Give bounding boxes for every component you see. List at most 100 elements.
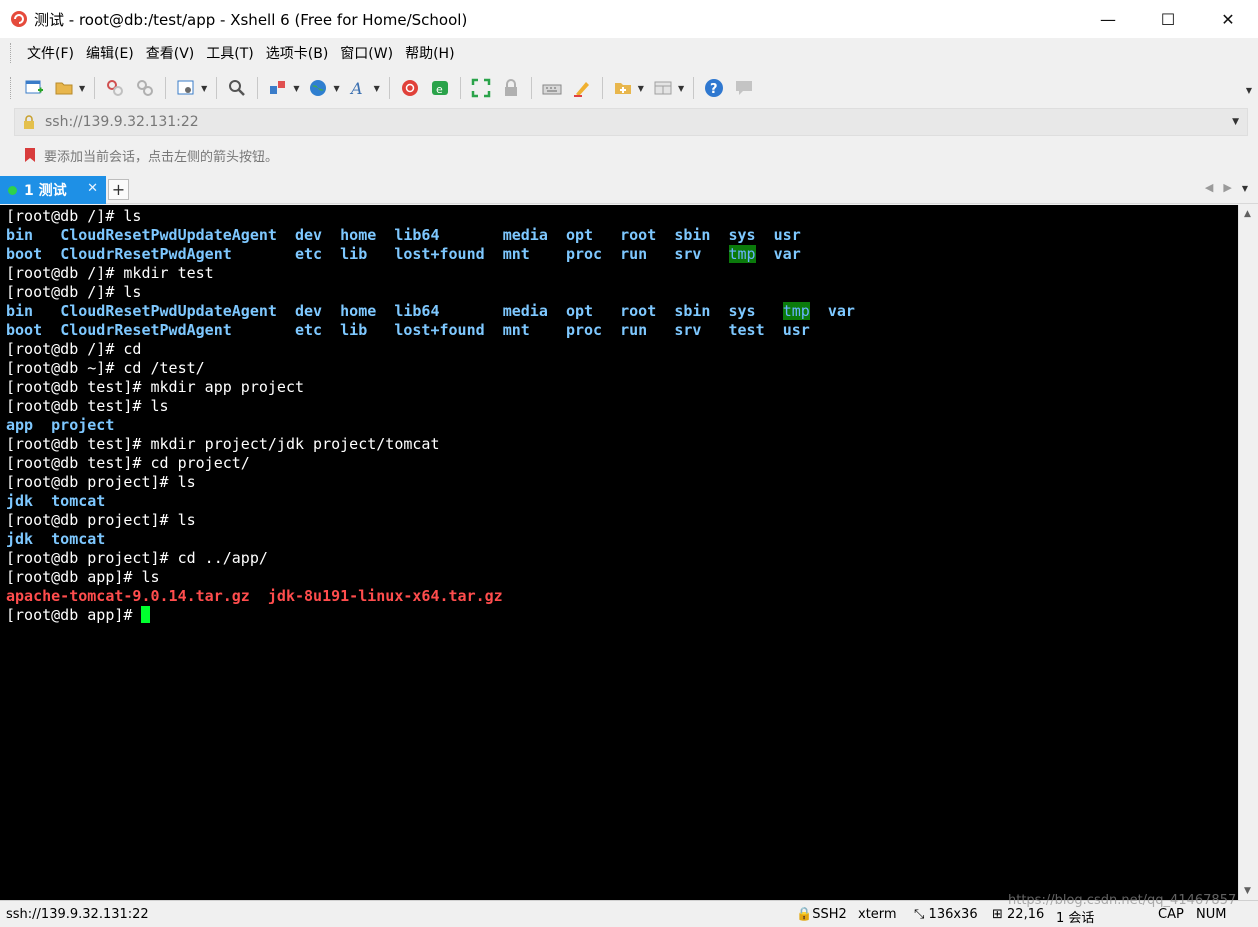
terminal-line: apache-tomcat-9.0.14.tar.gz jdk-8u191-li… (6, 587, 1238, 606)
terminal-line: [root@db test]# mkdir app project (6, 378, 1238, 397)
close-button[interactable]: ✕ (1198, 0, 1258, 38)
status-address: ssh://139.9.32.131:22 (6, 907, 149, 922)
terminal-cursor (141, 606, 151, 623)
xshell-icon[interactable] (398, 76, 422, 100)
fullscreen-icon[interactable] (469, 76, 493, 100)
directory-entry: var (773, 245, 801, 263)
scroll-down-icon[interactable]: ▼ (1244, 886, 1251, 896)
lock-icon[interactable] (499, 76, 523, 100)
terminal-text: [root@db app]# ls (6, 568, 160, 586)
address-dropdown-icon[interactable]: ▼ (1232, 117, 1239, 127)
directory-entry: lib64 (394, 226, 440, 244)
status-num: NUM (1196, 907, 1227, 922)
tab-navigation: ◀ ▶ ▼ (1205, 181, 1248, 194)
directory-entry: root (620, 302, 657, 320)
scroll-up-icon[interactable]: ▲ (1244, 209, 1251, 219)
terminal-text: [root@db /]# mkdir test (6, 264, 214, 282)
globe-icon[interactable] (306, 76, 330, 100)
maximize-button[interactable]: ☐ (1138, 0, 1198, 38)
address-input[interactable]: ssh://139.9.32.131:22 (45, 114, 199, 130)
terminal-text: [root@db /]# ls (6, 207, 142, 225)
directory-entry: tomcat (51, 530, 106, 548)
toolbar-overflow-icon[interactable]: ▼ (1246, 86, 1252, 95)
hint-text: 要添加当前会话，点击左侧的箭头按钮。 (44, 149, 279, 165)
directory-entry: var (827, 302, 855, 320)
terminal-text: [root@db ~]# cd /test/ (6, 359, 205, 377)
tab-session-1[interactable]: 1 测试 ✕ (0, 176, 106, 204)
status-cursor-position: ⊞ 22,16 (992, 907, 1045, 922)
terminal-line: [root@db test]# cd project/ (6, 454, 1238, 473)
disconnect-icon[interactable] (133, 76, 157, 100)
minimize-button[interactable]: — (1078, 0, 1138, 38)
status-protocol: 🔒SSH2 (796, 907, 847, 922)
directory-entry: jdk (6, 492, 34, 510)
properties-icon[interactable] (174, 76, 198, 100)
properties-dropdown-icon[interactable]: ▼ (201, 84, 207, 93)
keyboard-icon[interactable] (540, 76, 564, 100)
tab-list-dropdown-icon[interactable]: ▼ (1242, 184, 1248, 194)
globe-dropdown-icon[interactable]: ▼ (333, 84, 339, 93)
layout-dropdown-icon[interactable]: ▼ (678, 84, 684, 93)
menu-help[interactable]: 帮助(H) (399, 43, 460, 63)
directory-entry: lib (340, 245, 368, 263)
directory-entry: mnt (502, 245, 530, 263)
menu-tabs[interactable]: 选项卡(B) (260, 43, 335, 63)
add-tab-button[interactable]: + (108, 179, 129, 200)
watermark-text: https://blog.csdn.net/qq_41467857 (1008, 893, 1237, 908)
open-dropdown-icon[interactable]: ▼ (79, 84, 85, 93)
menu-window[interactable]: 窗口(W) (334, 43, 399, 63)
title-bar: 测试 - root@db:/test/app - Xshell 6 (Free … (0, 0, 1258, 38)
layout-icon[interactable] (651, 76, 675, 100)
menu-file[interactable]: 文件(F) (21, 43, 80, 63)
terminal-line: app project (6, 416, 1238, 435)
directory-entry: run (620, 321, 648, 339)
open-folder-icon[interactable] (52, 76, 76, 100)
address-lock-icon (24, 115, 34, 129)
transfer-icon[interactable] (266, 76, 290, 100)
chat-icon[interactable] (732, 76, 756, 100)
tab-close-icon[interactable]: ✕ (87, 181, 98, 196)
bookmark-arrow-icon[interactable] (22, 146, 40, 164)
transfer-dropdown-icon[interactable]: ▼ (293, 84, 299, 93)
menu-edit[interactable]: 编辑(E) (80, 43, 140, 63)
directory-entry: root (620, 226, 657, 244)
xftp-icon[interactable]: e (428, 76, 452, 100)
tab-group-dropdown-icon[interactable]: ▼ (638, 84, 644, 93)
menu-tools[interactable]: 工具(T) (200, 43, 259, 63)
terminal-line: [root@db ~]# cd /test/ (6, 359, 1238, 378)
directory-entry: CloudrResetPwdAgent (60, 321, 232, 339)
reconnect-icon[interactable] (103, 76, 127, 100)
help-icon[interactable]: ? (702, 76, 726, 100)
status-size: ⤡ 136x36 (914, 907, 978, 922)
font-dropdown-icon[interactable]: ▼ (374, 84, 380, 93)
new-tab-group-icon[interactable] (611, 76, 635, 100)
terminal-output[interactable]: [root@db /]# ls bin CloudResetPwdUpdateAg… (0, 205, 1238, 900)
tab-next-icon[interactable]: ▶ (1223, 181, 1231, 194)
tab-prev-icon[interactable]: ◀ (1205, 181, 1213, 194)
find-icon[interactable] (225, 76, 249, 100)
terminal-scrollbar[interactable]: ▲ ▼ (1238, 205, 1258, 900)
highlight-icon[interactable] (570, 76, 594, 100)
directory-entry: proc (565, 321, 603, 339)
toolbar-grip (10, 77, 13, 99)
directory-entry: dev (295, 226, 323, 244)
font-icon[interactable]: A (347, 76, 371, 100)
menu-view[interactable]: 查看(V) (140, 43, 201, 63)
directory-entry: lib (340, 321, 368, 339)
address-bar[interactable]: ssh://139.9.32.131:22 ▼ (14, 108, 1248, 136)
archive-file-entry: jdk-8u191-linux-x64.tar.gz (267, 587, 503, 605)
terminal-line: [root@db test]# ls (6, 397, 1238, 416)
new-session-icon[interactable] (22, 76, 46, 100)
